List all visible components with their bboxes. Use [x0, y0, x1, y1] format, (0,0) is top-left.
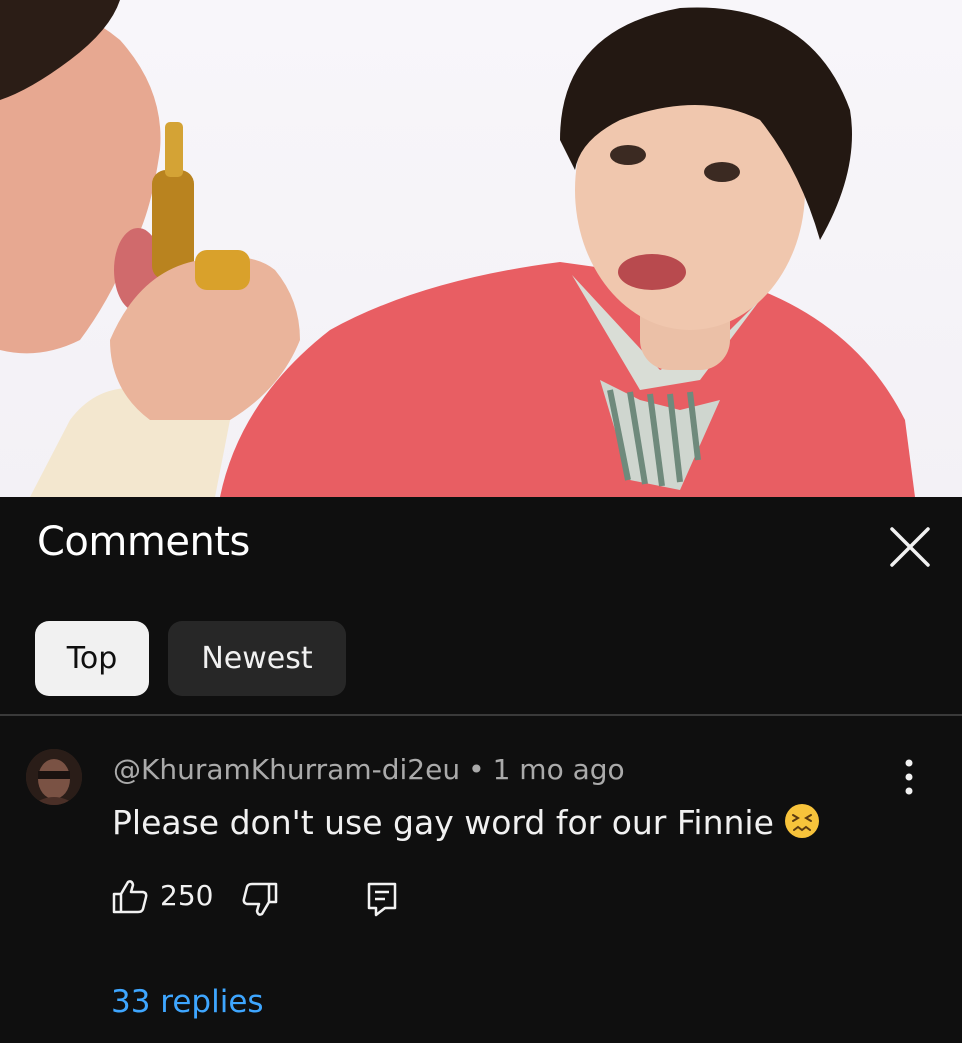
filter-top-chip[interactable]: Top: [35, 621, 149, 696]
comment-body: Please don't use gay word for our Finnie: [112, 803, 820, 842]
comment-text: Please don't use gay word for our Finnie: [112, 803, 774, 842]
reply-button[interactable]: [362, 879, 402, 919]
avatar-image: [26, 749, 82, 805]
close-icon: [890, 527, 930, 567]
filter-newest-chip[interactable]: Newest: [168, 621, 346, 696]
more-vert-icon: [905, 759, 913, 795]
divider: [0, 714, 962, 716]
view-replies-link[interactable]: 33 replies: [111, 984, 264, 1020]
meta-separator: •: [468, 753, 485, 786]
comment-meta: @KhuramKhurram-di2eu • 1 mo ago: [113, 753, 625, 786]
reply-icon: [367, 882, 397, 917]
confounded-face-icon: [784, 804, 819, 838]
close-button[interactable]: [886, 523, 934, 571]
comment-time: 1 mo ago: [492, 753, 625, 786]
dislike-button[interactable]: [240, 879, 280, 919]
thumb-down-icon: [242, 882, 278, 916]
comments-panel: Comments Top Newest @KhuramKhurram-di2eu…: [0, 497, 962, 1043]
comment-author[interactable]: @KhuramKhurram-di2eu: [113, 753, 460, 786]
more-options-button[interactable]: [894, 755, 924, 799]
like-button[interactable]: [110, 877, 150, 917]
thumb-up-icon: [112, 880, 148, 914]
like-count: 250: [160, 879, 214, 912]
video-frame[interactable]: [0, 0, 962, 497]
avatar[interactable]: [26, 749, 82, 805]
panel-title: Comments: [37, 519, 250, 565]
video-still-image: [0, 0, 915, 497]
